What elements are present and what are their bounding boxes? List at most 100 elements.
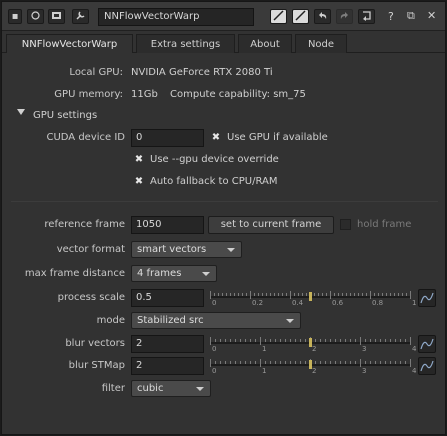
redo-button[interactable] xyxy=(336,9,353,24)
slider-major-tick xyxy=(260,359,261,367)
blur-vectors-input[interactable]: 2 xyxy=(131,335,204,353)
gpu-override-label: Use --gpu device override xyxy=(150,154,279,165)
slider-tick-label: 3 xyxy=(362,345,367,353)
max-frame-distance-dropdown[interactable]: 4 frames xyxy=(131,265,217,282)
circle-icon xyxy=(31,11,40,20)
slider-minor-tick xyxy=(235,361,236,364)
slider-minor-tick xyxy=(245,361,246,364)
mode-dropdown[interactable]: Stabilized src xyxy=(131,312,301,329)
slider-minor-tick xyxy=(298,293,299,296)
undo-button[interactable] xyxy=(314,9,331,24)
slider-minor-tick xyxy=(286,293,287,296)
tab-about[interactable]: About xyxy=(238,34,292,53)
set-current-frame-button[interactable]: set to current frame xyxy=(208,216,334,234)
slider-major-tick xyxy=(410,359,411,367)
color-swatch-button[interactable] xyxy=(270,9,287,24)
slider-minor-tick xyxy=(325,361,326,364)
slider-minor-tick xyxy=(350,293,351,296)
process-scale-input[interactable]: 0.5 xyxy=(131,289,204,307)
help-icon[interactable]: ? xyxy=(388,10,394,23)
blur-vectors-slider[interactable]: 0 1 2 3 4 xyxy=(210,335,416,353)
slider-minor-tick xyxy=(280,339,281,342)
tab-node[interactable]: Node xyxy=(295,34,347,53)
slider-minor-tick xyxy=(338,293,339,296)
revert-button[interactable] xyxy=(358,9,375,24)
use-gpu-checkbox[interactable]: ✖ xyxy=(211,133,221,143)
gpu-settings-header[interactable]: GPU settings xyxy=(33,110,97,121)
slider-tick-label: 1 xyxy=(412,299,417,307)
slider-minor-tick xyxy=(385,339,386,342)
blur-stmap-slider[interactable]: 0 1 2 3 4 xyxy=(210,357,416,375)
cuda-device-label: CUDA device ID xyxy=(46,132,125,143)
local-gpu-value: NVIDIA GeForce RTX 2080 Ti xyxy=(131,67,273,78)
color-swatch-button-2[interactable] xyxy=(292,9,309,24)
slider-minor-tick xyxy=(215,339,216,342)
slider-major-tick xyxy=(370,291,371,299)
gpu-override-checkbox[interactable]: ✖ xyxy=(134,155,144,165)
slider-minor-tick xyxy=(240,361,241,364)
slider-minor-tick xyxy=(265,339,266,342)
animation-curve-button[interactable] xyxy=(418,289,436,307)
tab-extra-settings[interactable]: Extra settings xyxy=(136,34,235,53)
slider-major-tick xyxy=(360,359,361,367)
chevron-down-icon xyxy=(227,248,235,252)
animation-curve-button[interactable] xyxy=(418,335,436,353)
slider-minor-tick xyxy=(302,293,303,296)
gpu-memory-value: 11Gb xyxy=(131,89,158,100)
tab-nnflowvectorwarp[interactable]: NNFlowVectorWarp xyxy=(6,34,133,53)
slider-minor-tick xyxy=(274,293,275,296)
slider-tick-label: 1 xyxy=(262,367,267,375)
slider-major-tick xyxy=(410,291,411,299)
node-name-field[interactable]: NNFlowVectorWarp xyxy=(98,8,254,26)
filter-value: cubic xyxy=(137,383,164,394)
cuda-device-input[interactable]: 0 xyxy=(131,129,204,147)
float-window-icon[interactable]: ⧉ xyxy=(407,9,415,23)
slider-minor-tick xyxy=(300,361,301,364)
filter-dropdown[interactable]: cubic xyxy=(131,380,211,397)
auto-fallback-checkbox[interactable]: ✖ xyxy=(134,177,144,187)
circle-button[interactable] xyxy=(27,9,44,24)
slider-minor-tick xyxy=(330,339,331,342)
max-frame-distance-label: max frame distance xyxy=(24,268,125,279)
properties-button[interactable] xyxy=(48,9,65,24)
collapse-triangle-icon[interactable] xyxy=(17,109,25,115)
slider-minor-tick xyxy=(220,361,221,364)
expand-toggle-button[interactable]: ▪ xyxy=(8,9,22,24)
slider-handle[interactable] xyxy=(309,360,312,369)
slider-minor-tick xyxy=(365,339,366,342)
blur-stmap-input[interactable]: 2 xyxy=(131,357,204,375)
slider-tick-label: 0.6 xyxy=(332,299,344,307)
slider-handle[interactable] xyxy=(309,292,312,301)
slider-tick-label: 0 xyxy=(212,299,217,307)
reference-frame-input[interactable]: 1050 xyxy=(131,216,204,234)
slider-minor-tick xyxy=(406,293,407,296)
close-icon[interactable]: ✕ xyxy=(427,9,436,22)
slider-minor-tick xyxy=(375,339,376,342)
slider-minor-tick xyxy=(400,339,401,342)
wrench-button[interactable] xyxy=(72,9,89,24)
slider-minor-tick xyxy=(270,339,271,342)
slider-minor-tick xyxy=(385,361,386,364)
mode-value: Stabilized src xyxy=(137,315,204,326)
slider-minor-tick xyxy=(255,339,256,342)
hold-frame-checkbox[interactable] xyxy=(340,219,351,230)
animation-curve-button[interactable] xyxy=(418,357,436,375)
slider-minor-tick xyxy=(222,293,223,296)
blur-vectors-label: blur vectors xyxy=(65,338,125,349)
properties-icon xyxy=(52,12,61,19)
chevron-down-icon xyxy=(202,272,210,276)
process-scale-slider[interactable]: 0 0.2 0.4 0.6 0.8 1 xyxy=(210,289,416,307)
vector-format-value: smart vectors xyxy=(137,244,207,255)
slider-minor-tick xyxy=(275,361,276,364)
slider-minor-tick xyxy=(350,339,351,342)
slider-minor-tick xyxy=(395,361,396,364)
slider-minor-tick xyxy=(226,293,227,296)
curve-icon xyxy=(420,338,434,350)
slider-minor-tick xyxy=(400,361,401,364)
slider-minor-tick xyxy=(305,339,306,342)
slider-minor-tick xyxy=(266,293,267,296)
slider-minor-tick xyxy=(355,339,356,342)
slider-handle[interactable] xyxy=(309,338,312,347)
slider-major-tick xyxy=(210,359,211,367)
vector-format-dropdown[interactable]: smart vectors xyxy=(131,241,242,258)
